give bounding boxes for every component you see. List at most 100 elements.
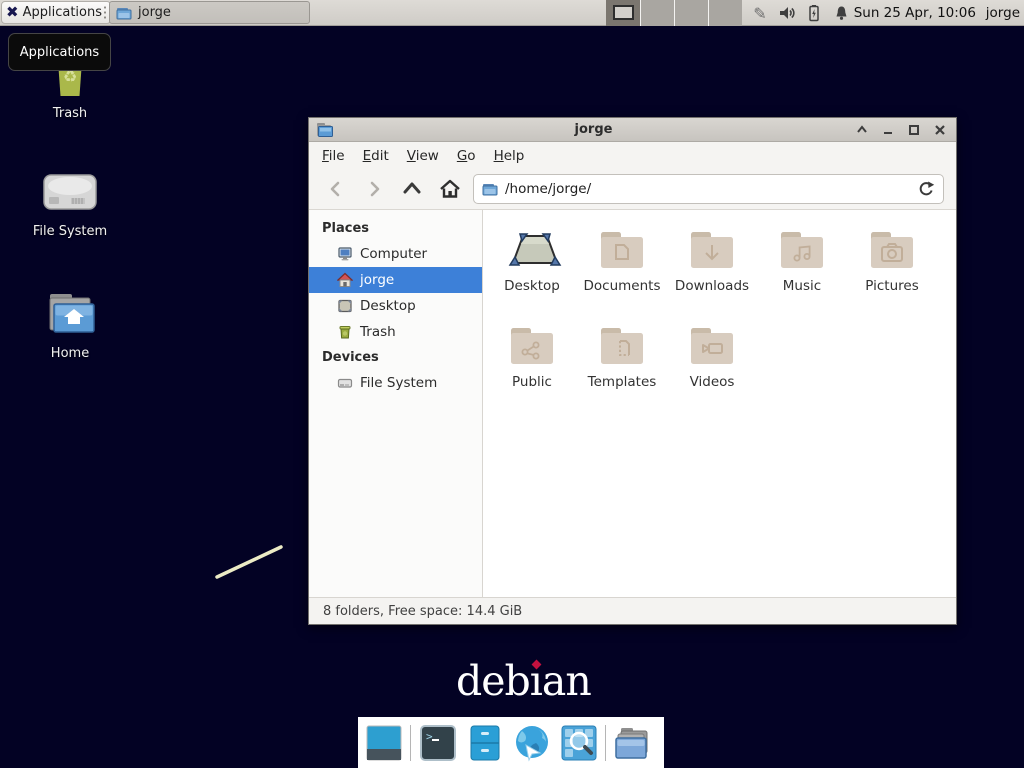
folder-icon bbox=[482, 181, 498, 197]
path-text[interactable]: /home/jorge/ bbox=[505, 181, 910, 197]
sidebar-item-computer[interactable]: Computer bbox=[309, 241, 482, 267]
taskbar-window-button[interactable]: jorge bbox=[109, 1, 310, 24]
file-manager-window: jorge File Edit View Go Help bbox=[308, 117, 957, 625]
folder-tile-videos[interactable]: Videos bbox=[667, 320, 757, 412]
volume-icon[interactable] bbox=[777, 3, 797, 23]
terminal-icon: > bbox=[419, 724, 457, 762]
menu-help[interactable]: Help bbox=[485, 142, 534, 169]
sidebar-item-file-system[interactable]: File System bbox=[309, 370, 482, 396]
battery-icon[interactable] bbox=[804, 3, 824, 23]
workspace-switcher[interactable] bbox=[606, 0, 742, 26]
forward-icon bbox=[364, 179, 384, 199]
applications-tooltip: Applications bbox=[8, 33, 111, 71]
folder-pictures-icon bbox=[868, 224, 916, 276]
toolbar: /home/jorge/ bbox=[309, 169, 956, 210]
folder-tile-music[interactable]: Music bbox=[757, 224, 847, 316]
minimize-button[interactable] bbox=[879, 121, 897, 139]
folder-public-icon bbox=[508, 320, 556, 372]
terminal-launcher[interactable]: > bbox=[417, 722, 458, 763]
folder-tile-templates[interactable]: Templates bbox=[577, 320, 667, 412]
folder-label: Templates bbox=[588, 374, 657, 390]
folder-tile-public[interactable]: Public bbox=[487, 320, 577, 412]
workspace-1[interactable] bbox=[606, 0, 640, 26]
panel-clock[interactable]: Sun 25 Apr, 10:06 bbox=[854, 0, 976, 26]
folder-videos-icon bbox=[688, 320, 736, 372]
sidebar-item-trash[interactable]: Trash bbox=[309, 319, 482, 345]
close-button[interactable] bbox=[931, 121, 949, 139]
stacked-folders-icon bbox=[613, 724, 653, 762]
show-desktop-icon bbox=[365, 724, 403, 762]
desktop-icon-home[interactable]: Home bbox=[15, 290, 125, 361]
folder-templates-icon bbox=[598, 320, 646, 372]
debian-logo-text: deb bbox=[456, 658, 530, 704]
folder-tile-pictures[interactable]: Pictures bbox=[847, 224, 937, 316]
folder-label: Videos bbox=[690, 374, 735, 390]
workspace-3[interactable] bbox=[674, 0, 708, 26]
hard-drive-icon bbox=[15, 168, 125, 216]
folder-label: Downloads bbox=[675, 278, 749, 294]
app-finder-launcher[interactable] bbox=[558, 722, 599, 763]
panel-handle[interactable] bbox=[102, 5, 107, 21]
menu-go[interactable]: Go bbox=[448, 142, 485, 169]
applications-menu-label: Applications bbox=[23, 5, 102, 20]
location-bar[interactable]: /home/jorge/ bbox=[473, 174, 944, 204]
system-tray: ✎ bbox=[750, 0, 851, 26]
pen-tablet-tray-icon[interactable]: ✎ bbox=[750, 3, 770, 23]
folder-tile-documents[interactable]: Documents bbox=[577, 224, 667, 316]
panel-username[interactable]: jorge bbox=[986, 0, 1020, 26]
folder-documents-icon bbox=[598, 224, 646, 276]
home-button[interactable] bbox=[435, 174, 465, 204]
home-icon bbox=[337, 272, 353, 288]
home-icon bbox=[439, 179, 461, 199]
bottom-dock: > bbox=[358, 717, 664, 768]
desktop-icon-label: Home bbox=[15, 346, 125, 361]
notification-bell-icon[interactable] bbox=[831, 3, 851, 23]
sidebar-item-desktop[interactable]: Desktop bbox=[309, 293, 482, 319]
sidebar-devices-header: Devices bbox=[309, 345, 482, 370]
menu-file[interactable]: File bbox=[313, 142, 354, 169]
file-manager-launcher[interactable] bbox=[464, 722, 505, 763]
folder-tile-downloads[interactable]: Downloads bbox=[667, 224, 757, 316]
folders-menu-launcher[interactable] bbox=[612, 722, 653, 763]
menu-edit[interactable]: Edit bbox=[354, 142, 398, 169]
back-button[interactable] bbox=[321, 174, 351, 204]
application-finder-icon bbox=[560, 724, 598, 762]
sidebar-item-jorge[interactable]: jorge bbox=[309, 267, 482, 293]
shade-button[interactable] bbox=[853, 121, 871, 139]
applications-menu-button[interactable]: ✖ Applications bbox=[1, 1, 111, 24]
menu-bar: File Edit View Go Help bbox=[309, 142, 956, 169]
web-browser-launcher[interactable] bbox=[511, 722, 552, 763]
workspace-4[interactable] bbox=[708, 0, 742, 26]
window-titlebar[interactable]: jorge bbox=[309, 118, 956, 142]
folder-tile-desktop[interactable]: Desktop bbox=[487, 224, 577, 316]
folder-label: Desktop bbox=[504, 278, 560, 294]
show-desktop-button[interactable] bbox=[363, 722, 404, 763]
computer-icon bbox=[337, 246, 353, 262]
debian-logo: debıan bbox=[456, 658, 591, 704]
folder-icon bbox=[116, 5, 132, 21]
sidebar-item-label: Desktop bbox=[360, 298, 416, 314]
dock-separator bbox=[605, 725, 606, 761]
up-button[interactable] bbox=[397, 174, 427, 204]
maximize-button[interactable] bbox=[905, 121, 923, 139]
reload-icon[interactable] bbox=[917, 180, 935, 198]
up-icon bbox=[401, 179, 423, 199]
dock-separator bbox=[410, 725, 411, 761]
folder-label: Pictures bbox=[865, 278, 918, 294]
desktop-icon-label: File System bbox=[15, 224, 125, 239]
sidebar-places-header: Places bbox=[309, 216, 482, 241]
xfce-menu-icon: ✖ bbox=[6, 5, 19, 20]
menu-view[interactable]: View bbox=[398, 142, 448, 169]
hard-drive-icon bbox=[337, 375, 353, 391]
workspace-window-miniature bbox=[613, 5, 634, 20]
back-icon bbox=[326, 179, 346, 199]
workspace-2[interactable] bbox=[640, 0, 674, 26]
folder-downloads-icon bbox=[688, 224, 736, 276]
desktop-icon-filesystem[interactable]: File System bbox=[15, 168, 125, 239]
desktop-icon bbox=[337, 298, 353, 314]
forward-button[interactable] bbox=[359, 174, 389, 204]
trash-icon bbox=[337, 324, 353, 340]
desktop-special-icon bbox=[501, 224, 563, 276]
folder-view[interactable]: Desktop Documents bbox=[483, 210, 956, 597]
folder-label: Music bbox=[783, 278, 821, 294]
